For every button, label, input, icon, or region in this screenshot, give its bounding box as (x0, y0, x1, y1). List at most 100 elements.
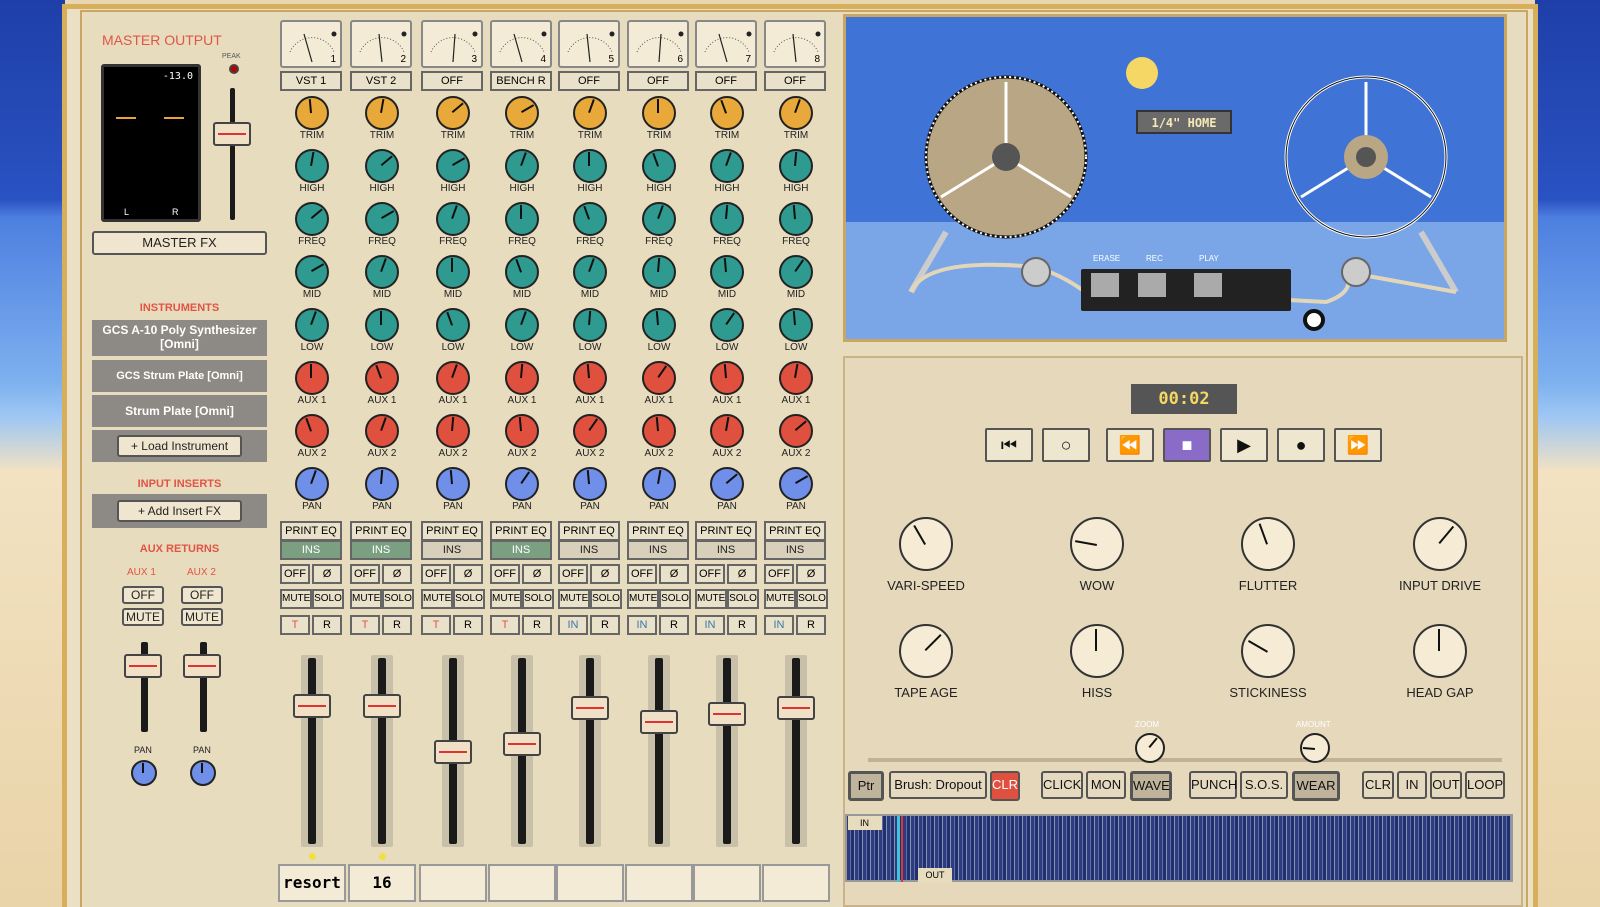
solo-button[interactable]: SOLO (312, 589, 344, 609)
mid-knob[interactable] (295, 255, 329, 289)
print-eq-button[interactable]: PRINT EQ (421, 521, 483, 541)
channel-input-select[interactable]: BENCH R (490, 71, 552, 91)
aux2-knob[interactable] (573, 414, 607, 448)
playhead[interactable] (897, 816, 900, 882)
mute-button[interactable]: MUTE (421, 589, 453, 609)
clear-brush-button[interactable]: CLR (990, 771, 1020, 801)
zoom-knob[interactable] (1135, 733, 1165, 763)
low-knob[interactable] (710, 308, 744, 342)
mute-button[interactable]: MUTE (350, 589, 382, 609)
channel-off-button[interactable]: OFF (350, 564, 380, 584)
insert-toggle-button[interactable]: INS (350, 540, 412, 560)
phase-invert-button[interactable]: Ø (796, 564, 826, 584)
mute-button[interactable]: MUTE (280, 589, 312, 609)
track-arm-button[interactable]: T (421, 615, 451, 635)
channel-fader-handle[interactable] (777, 696, 815, 720)
aux2-fader-handle[interactable] (183, 654, 221, 678)
trim-knob[interactable] (573, 96, 607, 130)
channel-fader-handle[interactable] (503, 732, 541, 756)
aux1-knob[interactable] (573, 361, 607, 395)
amount-knob[interactable] (1300, 733, 1330, 763)
print-eq-button[interactable]: PRINT EQ (350, 521, 412, 541)
channel-off-button[interactable]: OFF (558, 564, 588, 584)
channel-input-select[interactable]: VST 1 (280, 71, 342, 91)
trim-knob[interactable] (365, 96, 399, 130)
clear-markers-button[interactable]: CLR (1362, 771, 1394, 799)
channel-input-select[interactable]: VST 2 (350, 71, 412, 91)
channel-input-select[interactable]: OFF (421, 71, 483, 91)
track-arm-button[interactable]: IN (558, 615, 588, 635)
trim-knob[interactable] (295, 96, 329, 130)
fast-forward-button[interactable]: ⏩ (1334, 428, 1382, 462)
insert-toggle-button[interactable]: INS (490, 540, 552, 560)
out-point-button[interactable]: OUT (1430, 771, 1462, 799)
record-arm-button[interactable]: R (382, 615, 412, 635)
solo-button[interactable]: SOLO (590, 589, 622, 609)
channel-name-plate[interactable]: resort (278, 864, 346, 902)
timeline-out-marker[interactable]: OUT (918, 868, 952, 882)
track-arm-button[interactable]: IN (627, 615, 657, 635)
record-arm-button[interactable]: R (659, 615, 689, 635)
mid-knob[interactable] (642, 255, 676, 289)
instrument-slot[interactable]: GCS Strum Plate [Omni] (92, 360, 267, 392)
solo-button[interactable]: SOLO (453, 589, 485, 609)
solo-button[interactable]: SOLO (382, 589, 414, 609)
aux2-knob[interactable] (779, 414, 813, 448)
channel-input-select[interactable]: OFF (558, 71, 620, 91)
channel-fader-handle[interactable] (708, 702, 746, 726)
high-knob[interactable] (573, 149, 607, 183)
aux2-pan-knob[interactable] (190, 760, 216, 786)
channel-fader-handle[interactable] (640, 710, 678, 734)
phase-invert-button[interactable]: Ø (453, 564, 483, 584)
phase-invert-button[interactable]: Ø (312, 564, 342, 584)
channel-fader-track[interactable] (586, 658, 594, 844)
play-button[interactable]: ▶ (1220, 428, 1268, 462)
solo-button[interactable]: SOLO (522, 589, 554, 609)
print-eq-button[interactable]: PRINT EQ (695, 521, 757, 541)
pan-knob[interactable] (779, 467, 813, 501)
aux1-knob[interactable] (642, 361, 676, 395)
trim-knob[interactable] (505, 96, 539, 130)
print-eq-button[interactable]: PRINT EQ (490, 521, 552, 541)
channel-name-plate[interactable] (556, 864, 624, 902)
mid-knob[interactable] (436, 255, 470, 289)
master-fader-track[interactable] (230, 88, 235, 220)
pan-knob[interactable] (710, 467, 744, 501)
high-knob[interactable] (436, 149, 470, 183)
record-arm-button[interactable]: R (727, 615, 757, 635)
aux1-mute-button[interactable]: MUTE (122, 608, 164, 626)
aux2-knob[interactable] (505, 414, 539, 448)
record-arm-button[interactable]: R (796, 615, 826, 635)
channel-fader-track[interactable] (378, 658, 386, 844)
channel-fader-track[interactable] (723, 658, 731, 844)
trim-knob[interactable] (642, 96, 676, 130)
aux2-mute-button[interactable]: MUTE (181, 608, 223, 626)
pan-knob[interactable] (642, 467, 676, 501)
insert-toggle-button[interactable]: INS (421, 540, 483, 560)
mute-button[interactable]: MUTE (490, 589, 522, 609)
add-insert-fx-button[interactable]: + Add Insert FX (117, 500, 242, 522)
instrument-slot[interactable]: Strum Plate [Omni] (92, 395, 267, 427)
phase-invert-button[interactable]: Ø (590, 564, 620, 584)
wow-knob[interactable] (1070, 517, 1124, 571)
channel-fader-handle[interactable] (434, 740, 472, 764)
aux1-pan-knob[interactable] (131, 760, 157, 786)
freq-knob[interactable] (295, 202, 329, 236)
load-instrument-button[interactable]: + Load Instrument (117, 435, 242, 457)
print-eq-button[interactable]: PRINT EQ (627, 521, 689, 541)
head-gap-knob[interactable] (1413, 624, 1467, 678)
pan-knob[interactable] (436, 467, 470, 501)
channel-input-select[interactable]: OFF (627, 71, 689, 91)
monitor-button[interactable]: MON (1086, 771, 1126, 799)
low-knob[interactable] (365, 308, 399, 342)
loop-circle-button[interactable]: ○ (1042, 428, 1090, 462)
aux2-knob[interactable] (295, 414, 329, 448)
channel-name-plate[interactable] (625, 864, 693, 902)
record-arm-button[interactable]: R (522, 615, 552, 635)
high-knob[interactable] (505, 149, 539, 183)
freq-knob[interactable] (573, 202, 607, 236)
pan-knob[interactable] (505, 467, 539, 501)
flutter-knob[interactable] (1241, 517, 1295, 571)
track-arm-button[interactable]: IN (764, 615, 794, 635)
hiss-knob[interactable] (1070, 624, 1124, 678)
